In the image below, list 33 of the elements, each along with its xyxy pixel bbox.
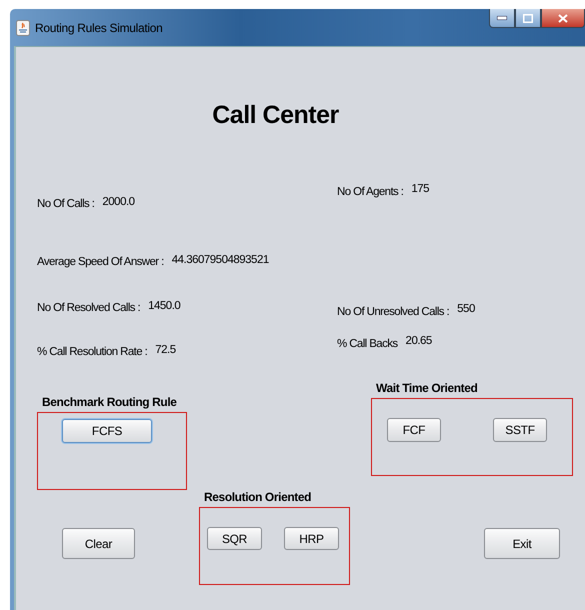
- heading: Call Center: [211, 100, 340, 130]
- action-button[interactable]: FCF: [387, 418, 441, 442]
- group-title: Wait Time Oriented: [376, 381, 478, 397]
- close-button[interactable]: [541, 9, 585, 28]
- stat-value: 1450.0: [148, 300, 180, 312]
- group-title: Resolution Oriented: [204, 490, 312, 506]
- stat-value: 44.36079504893521: [172, 254, 269, 266]
- action-button[interactable]: HRP: [284, 527, 339, 550]
- stat-value: 550: [457, 303, 475, 315]
- stat-label: % Call Backs: [337, 338, 398, 350]
- stat-label: No Of Unresolved Calls :: [337, 306, 450, 318]
- close-icon: [558, 14, 568, 22]
- stat-label: No Of Resolved Calls :: [37, 302, 140, 314]
- stat-value: 175: [411, 183, 430, 195]
- action-button[interactable]: SQR: [207, 527, 262, 550]
- action-button[interactable]: SSTF: [493, 418, 547, 442]
- stat-value: 2000.0: [102, 196, 135, 208]
- minimize-button[interactable]: [489, 9, 515, 28]
- stat-label: Average Speed Of Answer :: [37, 256, 164, 268]
- action-button[interactable]: Clear: [62, 528, 135, 559]
- group-title: Benchmark Routing Rule: [42, 395, 178, 411]
- stat-label: No Of Calls :: [37, 198, 94, 210]
- minimize-icon: [497, 16, 507, 20]
- stat-value: 20.65: [406, 335, 432, 347]
- app-icon: [16, 20, 30, 36]
- window-title: Routing Rules Simulation: [35, 20, 163, 34]
- stat-label: No Of Agents :: [337, 186, 404, 198]
- maximize-button[interactable]: [515, 9, 541, 28]
- stat-label: % Call Resolution Rate :: [37, 346, 148, 358]
- stat-value: 72.5: [155, 344, 176, 356]
- action-button[interactable]: Exit: [484, 528, 560, 559]
- action-button[interactable]: FCFS: [62, 419, 152, 443]
- maximize-icon: [523, 14, 533, 22]
